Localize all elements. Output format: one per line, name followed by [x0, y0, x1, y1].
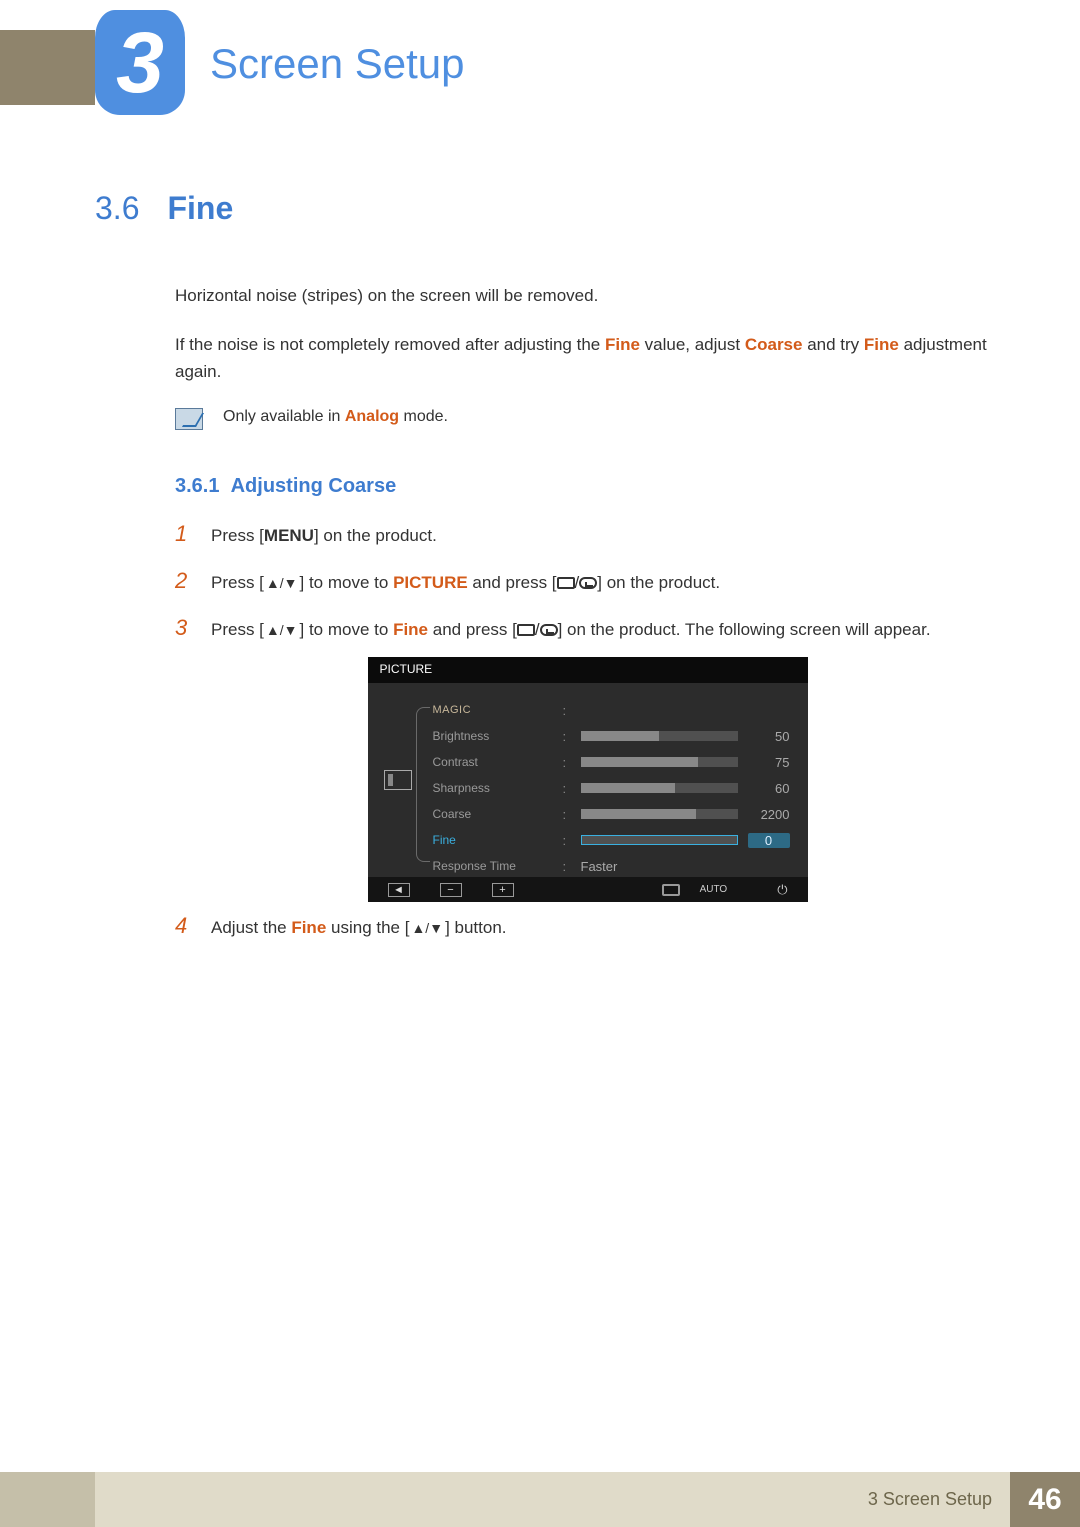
- osd-value-text: Faster: [581, 859, 618, 874]
- osd-slider: [581, 835, 738, 845]
- note-row: Only available in Analog mode.: [175, 408, 1000, 430]
- osd-value: 0: [748, 833, 790, 848]
- osd-slider: [581, 757, 738, 767]
- osd-value: 75: [748, 755, 790, 770]
- osd-side-tab: [368, 683, 428, 877]
- osd-title: PICTURE: [368, 657, 808, 683]
- keyword-fine-2: Fine: [864, 335, 899, 354]
- step-number: 2: [175, 563, 195, 598]
- osd-label: Fine: [433, 833, 456, 847]
- subsection-number: 3.6.1: [175, 475, 219, 497]
- section-title: Fine: [167, 190, 233, 227]
- subsection-heading: 3.6.1 Adjusting Coarse: [175, 475, 1000, 498]
- osd-label: MAGIC: [433, 704, 472, 716]
- chapter-number: 3: [116, 20, 164, 106]
- keyword-analog: Analog: [345, 408, 399, 425]
- osd-value: 60: [748, 781, 790, 796]
- osd-value: 2200: [748, 807, 790, 822]
- chapter-title: Screen Setup: [210, 40, 465, 88]
- osd-slider: [581, 783, 738, 793]
- osd-slider: [581, 809, 738, 819]
- osd-back-icon: ◄: [388, 883, 410, 897]
- osd-plus-icon: +: [492, 883, 514, 897]
- osd-footer: ◄ − + AUTO ⏻: [368, 877, 808, 902]
- section-number: 3.6: [95, 190, 139, 227]
- footer-chapter: 3 Screen Setup: [868, 1489, 992, 1510]
- keyword-fine-step4: Fine: [291, 918, 326, 937]
- osd-label: Response Time: [433, 859, 516, 873]
- updown-icon: ▲/▼: [264, 619, 300, 641]
- subsection-title: Adjusting Coarse: [231, 475, 397, 497]
- osd-source-icon: [662, 884, 680, 896]
- osd-label: Coarse: [433, 807, 472, 821]
- updown-icon: ▲/▼: [264, 572, 300, 594]
- osd-auto-label: AUTO: [700, 884, 728, 895]
- keyword-coarse: Coarse: [745, 335, 803, 354]
- step-2: 2 Press [▲/▼] to move to PICTURE and pre…: [175, 563, 1000, 598]
- osd-value: 50: [748, 729, 790, 744]
- enter-icon: [540, 624, 558, 636]
- page-footer: 3 Screen Setup 46: [0, 1472, 1080, 1527]
- updown-icon: ▲/▼: [409, 917, 445, 939]
- step-4: 4 Adjust the Fine using the [▲/▼] button…: [175, 908, 1000, 943]
- chapter-badge: 3: [95, 10, 185, 115]
- note-icon: [175, 408, 203, 430]
- enter-icon: [579, 577, 597, 589]
- keyword-picture: PICTURE: [393, 573, 468, 592]
- step-3: 3 Press [▲/▼] to move to Fine and press …: [175, 610, 1000, 645]
- source-icon: [517, 624, 535, 636]
- osd-power-icon: ⏻: [777, 882, 787, 898]
- section-heading: 3.6 Fine: [95, 190, 1000, 227]
- source-icon: [557, 577, 575, 589]
- intro-line2: If the noise is not completely removed a…: [175, 331, 1000, 385]
- step-number: 1: [175, 516, 195, 551]
- step-number: 4: [175, 908, 195, 943]
- note-text: Only available in Analog mode.: [223, 408, 448, 426]
- osd-label: Contrast: [433, 755, 478, 769]
- osd-screenshot: PICTURE MAGIC Brightness Contrast Sharpness…: [368, 657, 808, 902]
- osd-minus-icon: −: [440, 883, 462, 897]
- page-number: 46: [1010, 1472, 1080, 1527]
- osd-label: Sharpness: [433, 781, 490, 795]
- step-1: 1 Press [MENU] on the product.: [175, 516, 1000, 551]
- osd-label: Brightness: [433, 729, 490, 743]
- keyword-fine: Fine: [605, 335, 640, 354]
- picture-tab-icon: [384, 770, 412, 790]
- intro-line1: Horizontal noise (stripes) on the screen…: [175, 282, 1000, 309]
- osd-slider: [581, 731, 738, 741]
- menu-label: MENU: [264, 526, 314, 545]
- step-number: 3: [175, 610, 195, 645]
- keyword-fine-step: Fine: [393, 620, 428, 639]
